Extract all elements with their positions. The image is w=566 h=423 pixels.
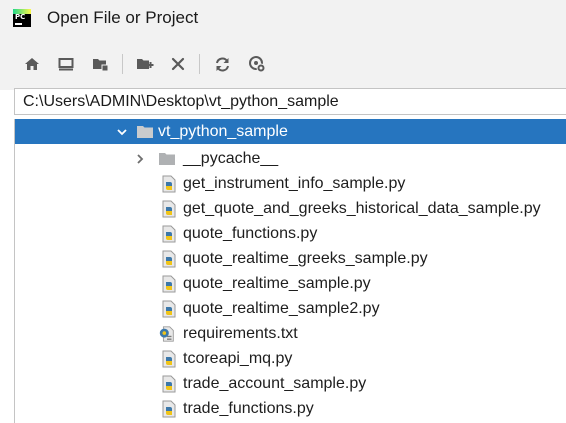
python-file-icon bbox=[162, 275, 176, 293]
close-icon bbox=[171, 57, 185, 71]
tree-item-label: quote_realtime_sample.py bbox=[183, 274, 371, 292]
toolbar-separator bbox=[199, 54, 200, 74]
desktop-icon bbox=[58, 58, 74, 71]
path-input[interactable]: C:\Users\ADMIN\Desktop\vt_python_sample bbox=[14, 88, 566, 115]
folder-project-icon bbox=[92, 59, 108, 72]
tree-row-file[interactable]: get_instrument_info_sample.py bbox=[15, 171, 566, 196]
tree-row-file[interactable]: quote_realtime_sample.py bbox=[15, 271, 566, 296]
tree-item-label: get_instrument_info_sample.py bbox=[183, 174, 406, 192]
window-title: Open File or Project bbox=[47, 8, 199, 27]
tree-item-label: vt_python_sample bbox=[158, 122, 288, 140]
python-file-icon bbox=[162, 350, 176, 368]
tree-row-file[interactable]: tcoreapi_mq.py bbox=[15, 346, 566, 371]
python-file-icon bbox=[162, 225, 176, 243]
tree-row-file[interactable]: requirements.txt bbox=[15, 321, 566, 346]
folder-add-icon bbox=[137, 59, 154, 69]
folder-icon bbox=[137, 126, 153, 138]
tree-item-label: quote_realtime_greeks_sample.py bbox=[183, 249, 428, 267]
home-icon bbox=[25, 58, 39, 70]
chevron-down-icon[interactable] bbox=[116, 126, 128, 138]
tree-row-file[interactable]: trade_functions.py bbox=[15, 396, 566, 421]
delete-button[interactable] bbox=[166, 52, 190, 76]
refresh-button[interactable] bbox=[210, 52, 234, 76]
python-file-icon bbox=[162, 400, 176, 418]
toolbar-separator bbox=[122, 54, 123, 74]
home-button[interactable] bbox=[20, 52, 44, 76]
tree-item-label: trade_functions.py bbox=[183, 399, 314, 417]
toolbar bbox=[0, 38, 566, 90]
title-bar: PC Open File or Project bbox=[0, 0, 566, 38]
project-dir-button[interactable] bbox=[88, 52, 112, 76]
tree-row-file[interactable]: trade_account_sample.py bbox=[15, 371, 566, 396]
folder-icon bbox=[159, 153, 175, 165]
tree-item-label: tcoreapi_mq.py bbox=[183, 349, 293, 367]
pycharm-logo-icon: PC bbox=[13, 9, 31, 27]
tree-row-file[interactable]: quote_realtime_greeks_sample.py bbox=[15, 246, 566, 271]
tree-row-file[interactable]: quote_functions.py bbox=[15, 221, 566, 246]
tree-item-label: get_quote_and_greeks_historical_data_sam… bbox=[183, 199, 541, 217]
tree-row-folder[interactable]: __pycache__ bbox=[15, 146, 566, 171]
python-file-icon bbox=[162, 375, 176, 393]
tree-row-root[interactable]: vt_python_sample bbox=[15, 119, 566, 144]
python-file-icon bbox=[162, 250, 176, 268]
tree-item-label: requirements.txt bbox=[183, 324, 298, 342]
new-folder-button[interactable] bbox=[133, 52, 157, 76]
python-file-icon bbox=[162, 200, 176, 218]
python-file-icon bbox=[162, 300, 176, 318]
tree-row-file[interactable]: get_quote_and_greeks_historical_data_sam… bbox=[15, 196, 566, 221]
tree-row-file[interactable]: quote_realtime_sample2.py bbox=[15, 296, 566, 321]
desktop-button[interactable] bbox=[54, 52, 78, 76]
show-hidden-button[interactable] bbox=[245, 52, 269, 76]
tree-item-label: trade_account_sample.py bbox=[183, 374, 367, 392]
python-file-icon bbox=[162, 175, 176, 193]
file-tree[interactable]: vt_python_sample __pycache__ get_instrum… bbox=[14, 119, 566, 423]
chevron-right-icon[interactable] bbox=[134, 153, 146, 165]
tree-item-label: quote_functions.py bbox=[183, 224, 318, 242]
tree-item-label: __pycache__ bbox=[183, 149, 279, 167]
requirements-file-icon bbox=[159, 326, 174, 342]
refresh-icon bbox=[215, 57, 229, 71]
tree-item-label: quote_realtime_sample2.py bbox=[183, 299, 380, 317]
eye-toggle-icon bbox=[249, 56, 266, 73]
